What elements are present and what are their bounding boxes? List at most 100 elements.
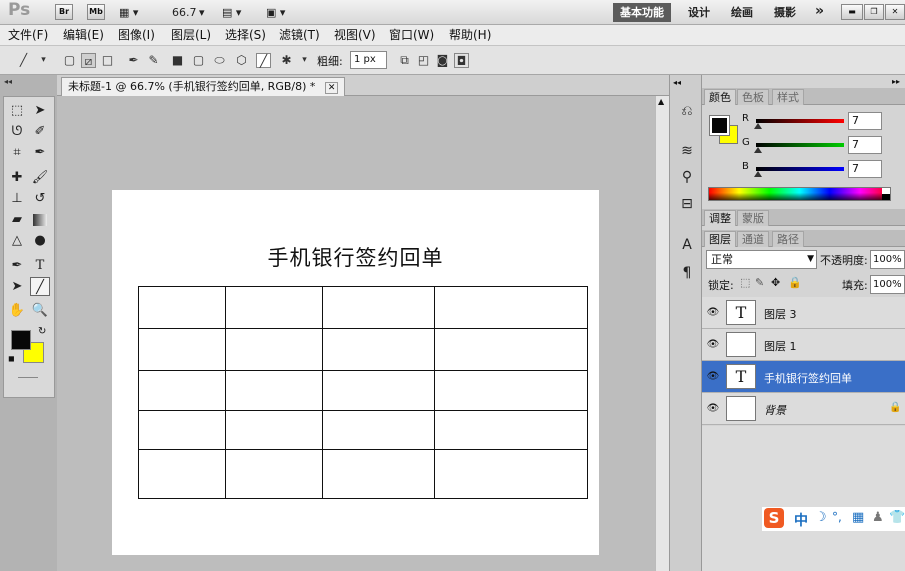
- blend-mode-select[interactable]: 正常 ▼: [706, 250, 817, 269]
- custom-shape-icon[interactable]: ✱: [279, 53, 294, 68]
- path-intersect-icon[interactable]: ◙: [435, 53, 450, 68]
- menu-window[interactable]: 窗口(W): [389, 28, 434, 43]
- lasso-tool-icon[interactable]: ᘎ: [7, 122, 27, 141]
- move-tool-icon[interactable]: ➤: [30, 101, 50, 120]
- brush-panel-icon[interactable]: ≋: [677, 141, 697, 161]
- layer-row-layer1[interactable]: 👁 图层 1: [702, 329, 905, 361]
- lock-all-icon[interactable]: 🔒: [788, 276, 802, 289]
- menu-file[interactable]: 文件(F): [8, 28, 48, 43]
- workspace-photography[interactable]: 摄影: [774, 4, 796, 21]
- close-document-icon[interactable]: ✕: [324, 82, 339, 94]
- path-subtract-icon[interactable]: ◰: [416, 53, 431, 68]
- view-extras-button[interactable]: ▦ ▾: [119, 4, 138, 21]
- red-knob[interactable]: [754, 123, 762, 129]
- dodge-tool-icon[interactable]: ●: [30, 231, 50, 250]
- tab-swatches[interactable]: 色板: [737, 89, 769, 105]
- bridge-button[interactable]: Br: [55, 4, 73, 20]
- green-knob[interactable]: [754, 147, 762, 153]
- mini-bridge-button[interactable]: Mb: [87, 4, 105, 20]
- user-icon[interactable]: ♟: [872, 510, 884, 525]
- character-panel-icon[interactable]: A: [677, 235, 697, 255]
- eraser-tool-icon[interactable]: ▰: [7, 210, 27, 229]
- tab-channels[interactable]: 通道: [737, 231, 769, 247]
- restore-button[interactable]: ❐: [864, 4, 884, 20]
- blue-knob[interactable]: [754, 171, 762, 177]
- eye-icon[interactable]: 👁: [706, 338, 720, 352]
- lock-image-icon[interactable]: ✎: [755, 276, 764, 289]
- layer-row-layer3[interactable]: 👁 T 图层 3: [702, 297, 905, 329]
- paragraph-panel-icon[interactable]: ¶: [677, 263, 697, 283]
- blue-value-input[interactable]: 7: [848, 160, 882, 178]
- shape-dropdown-icon[interactable]: ▾: [297, 53, 312, 68]
- swap-colors-icon[interactable]: ↻: [38, 326, 46, 337]
- pen-icon[interactable]: ✒: [126, 53, 141, 68]
- layer-row-text-title[interactable]: 👁 T 手机银行签约回单: [702, 361, 905, 393]
- menu-view[interactable]: 视图(V): [334, 28, 376, 43]
- clone-stamp-tool-icon[interactable]: ⊥: [7, 189, 27, 208]
- workspace-painting[interactable]: 绘画: [731, 4, 753, 21]
- preset-dropdown-icon[interactable]: ▾: [36, 53, 51, 68]
- path-combine-icon[interactable]: ⧉: [397, 53, 412, 68]
- lock-position-icon[interactable]: ✥: [771, 276, 780, 289]
- line-shape-icon[interactable]: ╱: [256, 53, 271, 68]
- brush-tool-icon[interactable]: 🖌: [30, 168, 50, 187]
- path-selection-tool-icon[interactable]: ➤: [7, 277, 27, 296]
- menu-edit[interactable]: 编辑(E): [63, 28, 104, 43]
- menu-image[interactable]: 图像(I): [118, 28, 155, 43]
- crop-tool-icon[interactable]: ⌗: [7, 143, 27, 162]
- zoom-dropdown-icon[interactable]: ▾: [199, 4, 205, 21]
- workspace-essentials[interactable]: 基本功能: [613, 3, 671, 22]
- shape-layers-icon[interactable]: ▢: [62, 53, 77, 68]
- lock-transparent-icon[interactable]: ⬚: [740, 276, 750, 289]
- collapse-panels-icon[interactable]: ◂◂: [673, 78, 681, 87]
- collapse-tools-icon[interactable]: ◂◂: [4, 77, 12, 86]
- path-exclude-icon[interactable]: ◘: [454, 53, 469, 68]
- gradient-tool-icon[interactable]: [33, 214, 47, 226]
- fill-input[interactable]: 100%: [870, 275, 905, 294]
- expand-panels-icon[interactable]: ▸▸: [892, 77, 900, 86]
- rectangle-shape-icon[interactable]: ■: [170, 53, 185, 68]
- minimize-button[interactable]: ▬: [841, 4, 863, 20]
- scroll-up-icon[interactable]: ▲: [658, 97, 664, 106]
- rounded-rectangle-icon[interactable]: ▢: [191, 53, 206, 68]
- pen-tool-icon[interactable]: ✒: [7, 256, 27, 275]
- line-tool-icon[interactable]: ╱: [30, 277, 50, 296]
- toolbox-icon[interactable]: 👕: [889, 510, 905, 525]
- close-button[interactable]: ✕: [885, 4, 905, 20]
- tool-presets-panel-icon[interactable]: ⊟: [677, 194, 697, 214]
- default-colors-icon[interactable]: ◼: [8, 354, 15, 363]
- hand-tool-icon[interactable]: ✋: [7, 301, 27, 320]
- weight-input[interactable]: 1 px: [350, 51, 387, 69]
- more-workspaces-icon[interactable]: »: [815, 3, 824, 20]
- history-brush-tool-icon[interactable]: ↺: [30, 189, 50, 208]
- type-tool-icon[interactable]: T: [30, 256, 50, 275]
- half-width-icon[interactable]: ☽: [815, 510, 827, 525]
- punctuation-icon[interactable]: °,: [832, 510, 842, 524]
- history-panel-icon[interactable]: ⎌: [677, 101, 697, 121]
- marquee-tool-icon[interactable]: ⬚: [7, 101, 27, 120]
- green-value-input[interactable]: 7: [848, 136, 882, 154]
- tab-masks[interactable]: 蒙版: [737, 210, 769, 226]
- paths-icon[interactable]: ⧄: [81, 53, 96, 68]
- tab-adjustments[interactable]: 调整: [704, 210, 736, 226]
- freeform-pen-icon[interactable]: ✎: [146, 53, 161, 68]
- polygon-shape-icon[interactable]: ⬡: [234, 53, 249, 68]
- arrange-documents-button[interactable]: ▤ ▾: [222, 4, 241, 21]
- eye-icon[interactable]: 👁: [706, 402, 720, 416]
- opacity-input[interactable]: 100%: [870, 250, 905, 269]
- sogou-logo[interactable]: S: [764, 508, 784, 528]
- foreground-color-swatch[interactable]: [11, 330, 31, 350]
- tab-color[interactable]: 颜色: [704, 89, 736, 105]
- ime-language-label[interactable]: 中: [794, 510, 808, 530]
- blur-tool-icon[interactable]: △: [7, 231, 27, 250]
- ellipse-shape-icon[interactable]: ⬭: [212, 53, 227, 68]
- zoom-level[interactable]: 66.7: [172, 4, 197, 21]
- quick-selection-tool-icon[interactable]: ✐: [30, 122, 50, 141]
- tab-paths[interactable]: 路径: [772, 231, 804, 247]
- menu-select[interactable]: 选择(S): [225, 28, 266, 43]
- clone-source-panel-icon[interactable]: ⚲: [677, 167, 697, 187]
- workspace-design[interactable]: 设计: [688, 4, 710, 21]
- menu-filter[interactable]: 滤镜(T): [279, 28, 320, 43]
- red-value-input[interactable]: 7: [848, 112, 882, 130]
- screen-mode-button[interactable]: ▣ ▾: [266, 4, 285, 21]
